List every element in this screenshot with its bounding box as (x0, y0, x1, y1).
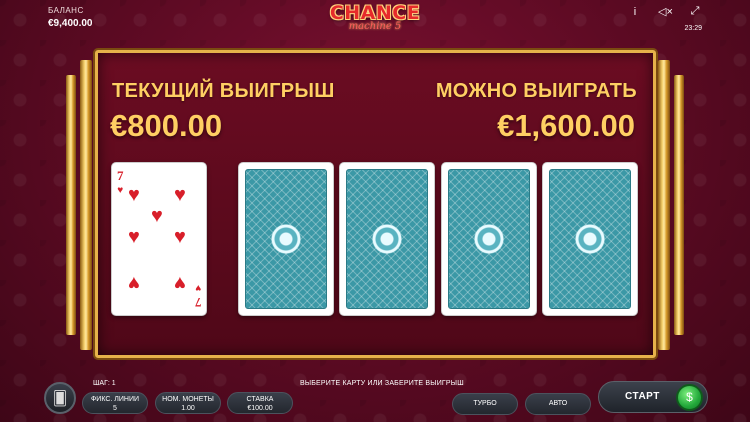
card-emblem-icon (469, 219, 509, 259)
current-win-title: ТЕКУЩИЙ ВЫИГРЫШ (112, 80, 335, 102)
card-rank-top: 7 ♥ (117, 168, 124, 196)
start-button[interactable]: СТАРТ $ (598, 381, 708, 413)
coin-value-control[interactable]: НОМ. МОНЕТЫ 1.00 (155, 392, 221, 414)
dealer-card: 7 ♥ ♥ ♥ ♥ ♥ ♥ ♥ ♥ 7 ♥ (111, 162, 207, 316)
card-rank-bottom: 7 ♥ (194, 282, 202, 310)
turbo-button[interactable]: ТУРБО (452, 393, 518, 415)
balance-value: €9,400.00 (48, 18, 93, 29)
balance-panel: БАЛАНС €9,400.00 (48, 6, 93, 29)
collect-money-icon[interactable]: $ (676, 384, 703, 411)
hidden-card-2[interactable] (339, 162, 435, 316)
status-message: ВЫБЕРИТЕ КАРТУ ИЛИ ЗАБЕРИТЕ ВЫИГРЫШ (300, 380, 464, 387)
hidden-card-3[interactable] (441, 162, 537, 316)
heart-icon: ♥ (128, 272, 140, 294)
hidden-card-1[interactable] (238, 162, 334, 316)
possible-win-title: МОЖНО ВЫИГРАТЬ (435, 80, 637, 102)
stake-control[interactable]: СТАВКА €100.00 (227, 392, 293, 414)
clock: 23:29 (684, 25, 702, 32)
paytable-button[interactable]: 🂠 (44, 382, 76, 414)
balance-label: БАЛАНС (48, 6, 84, 15)
top-controls: i ◁× ⤢ (628, 5, 702, 18)
lines-control[interactable]: ФИКС. ЛИНИИ 5 (82, 392, 148, 414)
frame-pillar-left-outer (66, 75, 76, 335)
lines-label: ФИКС. ЛИНИИ (90, 396, 140, 403)
start-label: СТАРТ (625, 391, 660, 402)
lines-value: 5 (113, 405, 117, 412)
info-icon[interactable]: i (628, 6, 642, 18)
card-emblem-icon (367, 219, 407, 259)
logo-sub-text: machine 5 (348, 21, 402, 32)
coin-label: НОМ. МОНЕТЫ (162, 396, 214, 403)
heart-icon: ♥ (194, 282, 201, 293)
heart-icon: ♥ (117, 185, 124, 196)
cards-icon: 🂠 (52, 390, 68, 406)
heart-icon: ♥ (128, 184, 140, 206)
heart-icon: ♥ (174, 226, 186, 248)
stake-value: €100.00 (247, 405, 273, 412)
heart-icon: ♥ (151, 205, 163, 227)
hidden-card-4[interactable] (542, 162, 638, 316)
heart-icon: ♥ (174, 184, 186, 206)
frame-pillar-right (658, 60, 670, 350)
sound-mute-icon[interactable]: ◁× (658, 5, 673, 18)
stake-label: СТАВКА (246, 396, 274, 403)
card-emblem-icon (570, 219, 610, 259)
fullscreen-icon[interactable]: ⤢ (688, 5, 702, 18)
frame-pillar-left (80, 60, 92, 350)
heart-icon: ♥ (128, 226, 140, 248)
heart-icon: ♥ (174, 272, 186, 294)
coin-value: 1.00 (181, 405, 195, 412)
frame-pillar-right-outer (674, 75, 684, 335)
current-win-amount: €800.00 (110, 108, 223, 143)
auto-button[interactable]: АВТО (525, 393, 591, 415)
card-emblem-icon (266, 219, 306, 259)
game-logo: CHANCE machine 5 (308, 2, 442, 40)
step-indicator: ШАГ: 1 (93, 380, 116, 387)
possible-win-amount: €1,600.00 (497, 108, 635, 143)
